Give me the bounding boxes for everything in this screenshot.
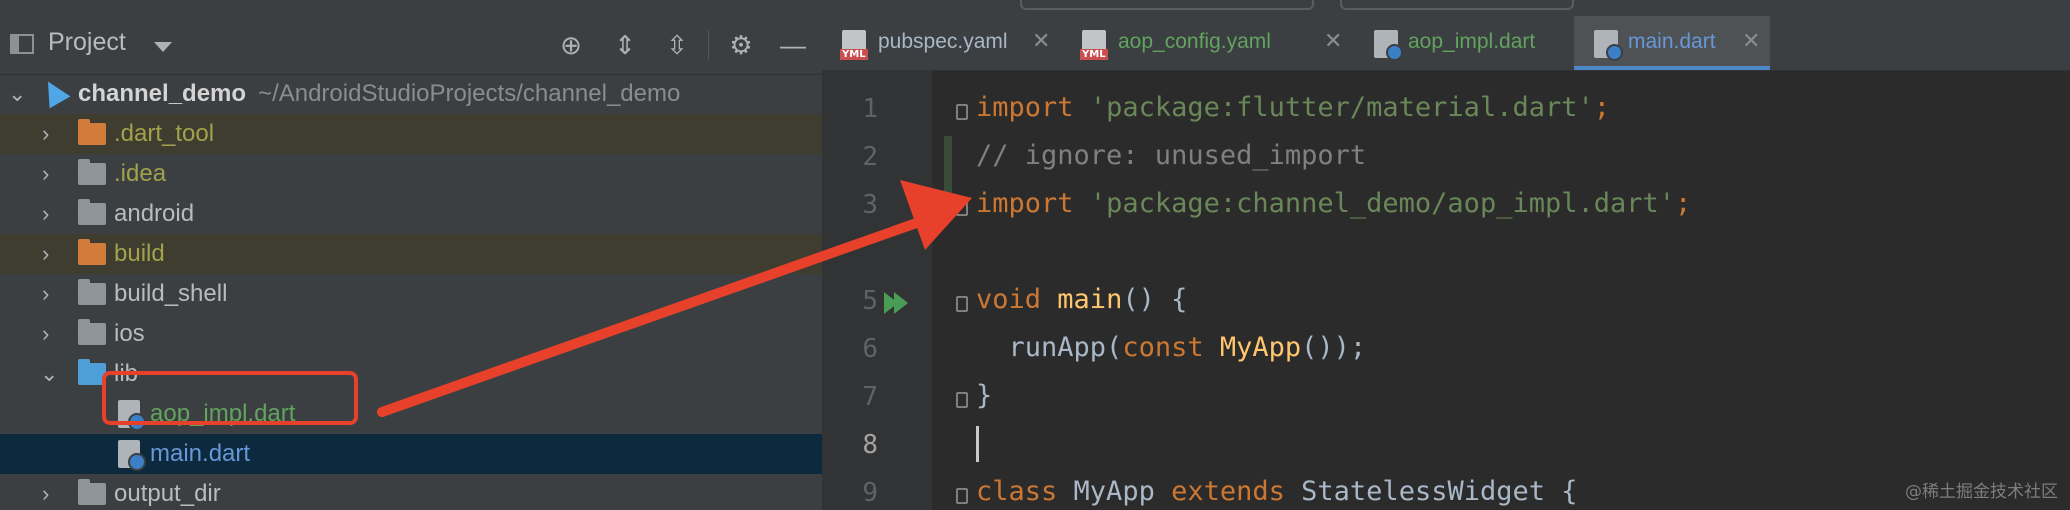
minimize-icon[interactable]: — xyxy=(778,30,808,60)
tab-aop-config-yaml[interactable]: aop_config.yaml ✕ xyxy=(1062,16,1348,70)
tab-label: main.dart xyxy=(1628,30,1716,53)
close-icon[interactable]: ✕ xyxy=(1032,28,1050,54)
tree-item-dart-tool[interactable]: › .dart_tool xyxy=(0,114,822,154)
toolbar-divider xyxy=(708,30,709,60)
line-number: 3 xyxy=(862,190,878,220)
line-number: 2 xyxy=(862,142,878,172)
close-icon[interactable]: ✕ xyxy=(1742,28,1760,54)
folder-icon xyxy=(78,319,106,345)
annotation-highlight-box xyxy=(102,371,358,425)
tree-item-android[interactable]: › android xyxy=(0,194,822,234)
chevron-right-icon[interactable]: › xyxy=(42,283,62,305)
text-caret xyxy=(976,426,979,462)
folder-icon xyxy=(78,199,106,225)
fold-icon[interactable] xyxy=(956,392,968,408)
tree-item-build[interactable]: › build xyxy=(0,234,822,274)
chevron-down-icon[interactable] xyxy=(154,42,172,52)
chevron-down-icon[interactable]: ⌄ xyxy=(8,83,28,105)
folder-icon xyxy=(78,119,106,145)
collapse-all-icon[interactable]: ⇳ xyxy=(662,30,692,60)
fold-icon[interactable] xyxy=(956,104,968,120)
code-editor: pubspec.yaml ✕ aop_config.yaml ✕ aop_imp… xyxy=(822,16,2070,510)
yaml-file-icon xyxy=(1080,30,1108,60)
code-line-3[interactable]: import 'package:channel_demo/aop_impl.da… xyxy=(976,188,1691,219)
project-panel: Project ⊕ ⇕ ⇳ ⚙ — ⌄ channel_demo ~/Androi… xyxy=(0,16,822,510)
settings-folder-icon xyxy=(78,159,106,185)
tree-item-label: android xyxy=(114,200,195,227)
line-number: 8 xyxy=(862,430,878,460)
folder-icon xyxy=(78,479,106,505)
tree-item-label: ios xyxy=(114,320,145,347)
tree-item-label: .dart_tool xyxy=(114,120,215,147)
code-line-5[interactable]: void main() { xyxy=(976,284,1187,315)
chevron-down-icon[interactable]: ⌄ xyxy=(40,363,60,385)
watermark-text: @稀土掘金技术社区 xyxy=(1905,482,2058,502)
code-line-7[interactable]: } xyxy=(976,380,992,411)
expand-all-icon[interactable]: ⇕ xyxy=(610,30,640,60)
tree-item-label: build xyxy=(114,240,165,267)
line-number: 1 xyxy=(862,94,878,124)
dart-file-icon xyxy=(1374,30,1403,61)
tree-item-label: .idea xyxy=(114,160,167,187)
gear-icon[interactable]: ⚙ xyxy=(726,30,756,60)
tree-item-label: build_shell xyxy=(114,280,228,307)
root-path: ~/AndroidStudioProjects/channel_demo xyxy=(258,80,681,107)
tab-label: pubspec.yaml xyxy=(878,30,1008,53)
line-number: 7 xyxy=(862,382,878,412)
folder-icon xyxy=(78,279,106,305)
tab-main-dart[interactable]: main.dart ✕ xyxy=(1574,16,1770,70)
tree-item-label: main.dart xyxy=(150,440,251,467)
tab-label: aop_config.yaml xyxy=(1118,30,1271,53)
fold-icon[interactable] xyxy=(956,200,968,216)
code-line-9[interactable]: class MyApp extends StatelessWidget { xyxy=(976,476,1578,507)
code-line-1[interactable]: import 'package:flutter/material.dart'; xyxy=(976,92,1610,123)
flutter-icon xyxy=(37,75,71,109)
tree-item-main[interactable]: main.dart xyxy=(0,434,822,474)
code-line-2[interactable]: // ignore: unused_import xyxy=(976,140,1366,171)
tree-item-label: output_dir xyxy=(114,480,221,507)
chevron-right-icon[interactable]: › xyxy=(42,243,62,265)
tree-item-ios[interactable]: › ios xyxy=(0,314,822,354)
build-folder-icon xyxy=(78,239,106,265)
tab-label: aop_impl.dart xyxy=(1408,30,1536,53)
project-panel-header: Project ⊕ ⇕ ⇳ ⚙ — xyxy=(0,16,822,75)
code-line-6[interactable]: runApp(const MyApp()); xyxy=(976,332,1367,363)
editor-tabs: pubspec.yaml ✕ aop_config.yaml ✕ aop_imp… xyxy=(822,16,2070,71)
tree-item-build-shell[interactable]: › build_shell xyxy=(0,274,822,314)
line-number: 5 xyxy=(862,286,878,316)
chevron-right-icon[interactable]: › xyxy=(42,483,62,505)
tree-root-channel-demo[interactable]: ⌄ channel_demo ~/AndroidStudioProjects/ch… xyxy=(0,74,822,114)
root-name: channel_demo xyxy=(78,80,247,107)
chevron-right-icon[interactable]: › xyxy=(42,203,62,225)
tab-aop-impl-dart[interactable]: aop_impl.dart xyxy=(1352,16,1592,70)
project-panel-title[interactable]: Project xyxy=(48,28,126,57)
tree-item-output-dir[interactable]: › output_dir xyxy=(0,474,822,510)
tab-pubspec-yaml[interactable]: pubspec.yaml ✕ xyxy=(822,16,1058,70)
chevron-right-icon[interactable]: › xyxy=(42,323,62,345)
editor-gutter: 1 2 3 5 6 7 8 9 xyxy=(822,70,932,510)
fold-icon[interactable] xyxy=(956,296,968,312)
fold-icon[interactable] xyxy=(956,488,968,504)
dart-file-icon xyxy=(1594,30,1623,61)
line-number: 9 xyxy=(862,478,878,508)
chevron-right-icon[interactable]: › xyxy=(42,123,62,145)
tree-item-idea[interactable]: › .idea xyxy=(0,154,822,194)
toolbar-dropdown-fragment-2[interactable] xyxy=(1340,0,1574,10)
vcs-change-marker[interactable] xyxy=(944,136,952,220)
chevron-right-icon[interactable]: › xyxy=(42,163,62,185)
dart-file-icon xyxy=(118,440,146,471)
toolbar-dropdown-fragment[interactable] xyxy=(1020,0,1314,10)
crosshair-icon[interactable]: ⊕ xyxy=(556,30,586,60)
run-icon[interactable] xyxy=(894,292,908,314)
yaml-file-icon xyxy=(840,30,868,60)
top-toolbar-strip xyxy=(0,0,2070,17)
project-window-icon xyxy=(10,34,34,54)
line-number: 6 xyxy=(862,334,878,364)
close-icon[interactable]: ✕ xyxy=(1324,28,1342,54)
